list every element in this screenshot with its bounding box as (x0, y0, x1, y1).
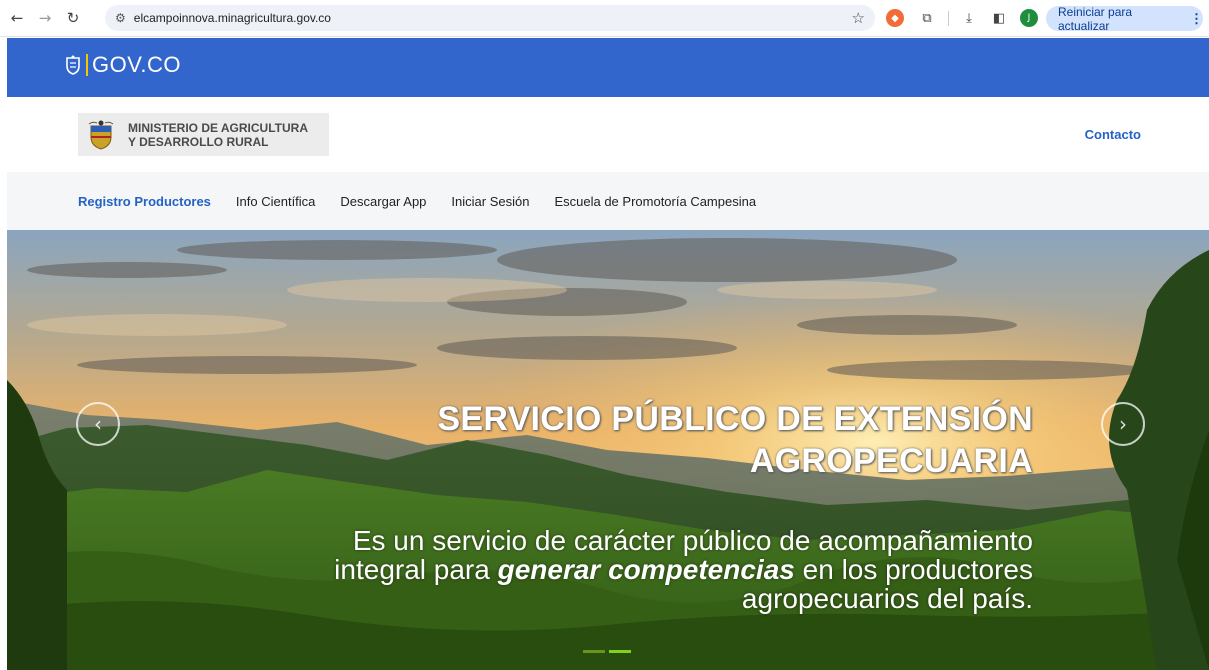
govco-bar: GOV.CO (7, 38, 1209, 97)
reload-icon[interactable]: ↻ (62, 7, 84, 29)
side-panel-icon[interactable]: ◧ (990, 9, 1008, 27)
hero-subtitle-line3: agropecuarios del país. (741, 583, 1033, 614)
carousel-prev-button[interactable]: ‹ (76, 402, 120, 446)
hero-subtitle-line2: integral para generar competencias en lo… (133, 555, 1033, 584)
nav-item-escuela-promotoria[interactable]: Escuela de Promotoría Campesina (554, 194, 756, 209)
site-settings-icon[interactable]: ⚙ (115, 11, 126, 25)
carousel-indicator-1[interactable] (583, 650, 605, 653)
chevron-left-icon: ‹ (94, 412, 102, 436)
address-bar[interactable]: ⚙ elcampoinnova.minagricultura.gov.co ☆ (105, 5, 875, 31)
toolbar-divider (948, 11, 949, 26)
url-text[interactable]: elcampoinnova.minagricultura.gov.co (134, 11, 331, 25)
hero-subtitle: Es un servicio de carácter público de ac… (133, 526, 1033, 613)
browser-toolbar: ← → ↻ ⚙ elcampoinnova.minagricultura.gov… (0, 0, 1209, 37)
hero-subtitle-emphasis: generar competencias (497, 554, 795, 585)
avatar-icon[interactable]: J (1020, 9, 1038, 27)
hero-carousel: ‹ › SERVICIO PÚBLICO DE EXTENSIÓN AGROPE… (7, 230, 1209, 670)
ministry-header: MINISTERIO DE AGRICULTURA Y DESARROLLO R… (7, 97, 1209, 172)
hero-title-line2: AGROPECUARIA (749, 442, 1033, 480)
hero-title: SERVICIO PÚBLICO DE EXTENSIÓN AGROPECUAR… (333, 398, 1033, 482)
carousel-indicator-2[interactable] (609, 650, 631, 653)
ministry-name: MINISTERIO DE AGRICULTURA Y DESARROLLO R… (128, 121, 308, 149)
main-nav: Registro Productores Info Científica Des… (7, 172, 1209, 230)
forward-icon[interactable]: → (34, 7, 56, 29)
nav-item-registro-productores[interactable]: Registro Productores (78, 194, 211, 209)
extension-icon[interactable]: ◆ (886, 9, 904, 27)
hero-subtitle-part2: integral para (334, 554, 498, 585)
update-button[interactable]: Reiniciar para actualizar ⋮ (1046, 4, 1203, 33)
colombia-crest-icon (88, 120, 114, 150)
ministry-name-line1: MINISTERIO DE AGRICULTURA (128, 120, 308, 135)
ministry-logo[interactable]: MINISTERIO DE AGRICULTURA Y DESARROLLO R… (78, 113, 329, 156)
coat-of-arms-icon (66, 55, 80, 75)
contact-link[interactable]: Contacto (1085, 127, 1141, 142)
nav-item-descargar-app[interactable]: Descargar App (340, 194, 426, 209)
update-label: Reiniciar para actualizar (1058, 4, 1133, 33)
govco-logo[interactable]: GOV.CO (65, 52, 181, 78)
bookmark-star-icon[interactable]: ☆ (852, 9, 865, 27)
puzzle-icon[interactable]: ⧉ (918, 9, 936, 27)
back-icon[interactable]: ← (6, 7, 28, 29)
carousel-indicators (583, 650, 635, 653)
menu-dots-icon[interactable]: ⋮ (1190, 11, 1203, 27)
nav-item-info-cientifica[interactable]: Info Científica (236, 194, 316, 209)
chevron-right-icon: › (1119, 412, 1127, 436)
carousel-next-button[interactable]: › (1101, 402, 1145, 446)
govco-separator (86, 54, 88, 76)
govco-text: GOV.CO (92, 52, 181, 77)
hero-title-line1: SERVICIO PÚBLICO DE EXTENSIÓN (437, 400, 1033, 438)
hero-subtitle-part3: en los productores (794, 554, 1033, 585)
download-icon[interactable]: ⤓ (960, 9, 978, 27)
ministry-name-line2: Y DESARROLLO RURAL (128, 134, 269, 149)
hero-subtitle-line1: Es un servicio de carácter público de ac… (352, 525, 1033, 556)
nav-item-iniciar-sesion[interactable]: Iniciar Sesión (451, 194, 529, 209)
